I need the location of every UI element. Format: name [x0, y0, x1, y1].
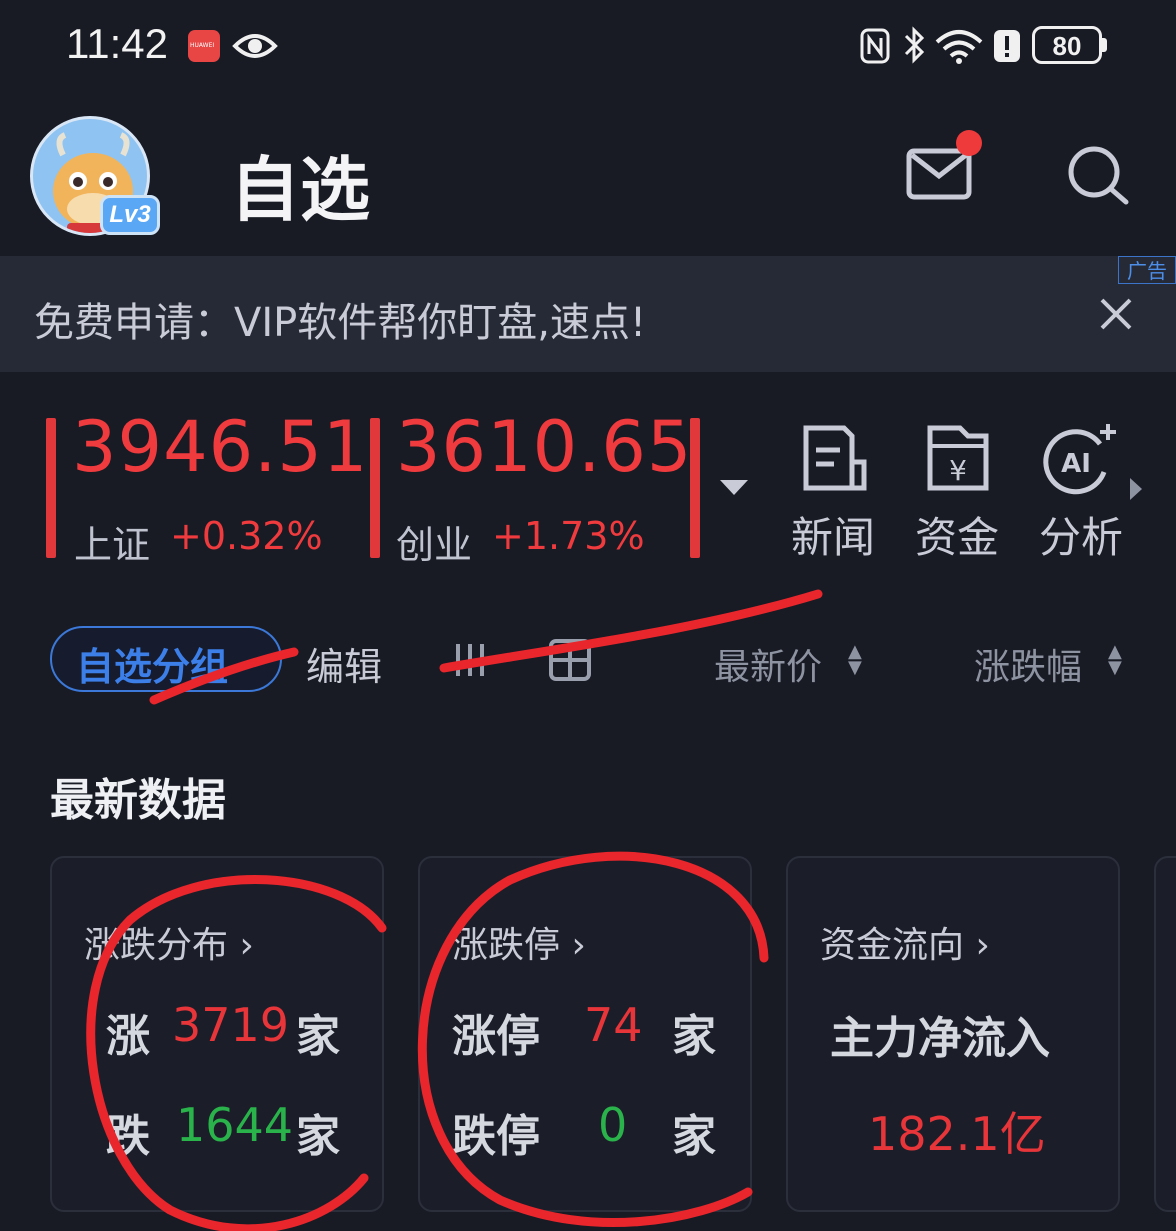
wifi-icon — [935, 30, 983, 64]
battery-level: 80 — [1052, 31, 1082, 61]
up-label: 涨 — [106, 1011, 150, 1062]
card-title-text: 涨跌分布 — [84, 925, 229, 966]
quick-action-funds[interactable]: 资金 — [902, 504, 1012, 565]
index-bar — [690, 418, 700, 558]
battery-icon: 80 — [1032, 26, 1102, 64]
huawei-app-icon-text: HUAWEI — [190, 42, 215, 49]
limit-down-label: 跌停 — [452, 1111, 540, 1162]
sort-change-percent[interactable]: 涨跌幅 — [974, 638, 1082, 690]
limit-down-count: 0 — [598, 1098, 628, 1152]
svg-text:AI: AI — [1061, 449, 1091, 479]
card-title[interactable]: 涨跌停 › — [452, 916, 586, 968]
page-title: 自选 — [230, 149, 370, 231]
index-name-shanghai: 上证 — [74, 523, 151, 567]
list-view-icon[interactable] — [450, 640, 490, 680]
fund-flow-value: 182.1亿 — [868, 1107, 1046, 1161]
chevron-down-icon[interactable] — [718, 478, 750, 498]
sort-arrows-icon[interactable]: ▲ ▼ — [848, 643, 862, 677]
unit-label: 家 — [296, 1111, 340, 1162]
card-title-text: 资金流向 — [820, 925, 965, 966]
limit-up-label: 涨停 — [452, 1011, 540, 1062]
sort-latest-price[interactable]: 最新价 — [714, 638, 822, 690]
card-title[interactable]: 资金流向 › — [820, 916, 990, 968]
index-bar — [370, 418, 380, 558]
funds-icon[interactable]: ¥ — [924, 424, 994, 494]
svg-text:¥: ¥ — [949, 454, 967, 487]
card-partial[interactable] — [1154, 856, 1176, 1212]
unit-label: 家 — [296, 1011, 340, 1062]
alert-icon — [994, 30, 1020, 62]
card-title-text: 涨跌停 — [452, 925, 561, 966]
group-selector-label[interactable]: 自选分组 — [76, 636, 228, 691]
index-change-chinext: +1.73% — [492, 514, 645, 558]
down-count: 1644 — [176, 1098, 294, 1152]
battery-tip — [1102, 38, 1107, 52]
ad-tag: 广告 — [1118, 256, 1176, 284]
news-icon[interactable] — [800, 424, 870, 494]
down-label: 跌 — [106, 1111, 150, 1162]
index-value-shanghai[interactable]: 3946.51 — [72, 406, 368, 488]
ai-analysis-icon[interactable]: AI — [1040, 420, 1120, 496]
quick-action-analysis[interactable]: 分析 — [1026, 504, 1136, 565]
grid-view-icon[interactable] — [548, 638, 592, 682]
bluetooth-icon — [904, 26, 925, 64]
index-change-shanghai: +0.32% — [170, 514, 323, 558]
limit-up-count: 74 — [584, 998, 643, 1052]
index-name-chinext: 创业 — [396, 523, 473, 567]
section-title: 最新数据 — [50, 775, 226, 826]
unit-label: 家 — [672, 1011, 716, 1062]
card-title[interactable]: 涨跌分布 › — [84, 916, 254, 968]
quick-action-news[interactable]: 新闻 — [778, 504, 888, 565]
huawei-app-icon: HUAWEI — [188, 30, 220, 62]
eye-icon — [232, 34, 278, 58]
sort-arrows-icon[interactable]: ▲ ▼ — [1108, 643, 1122, 677]
chevron-right-icon[interactable] — [1128, 476, 1144, 502]
index-bar — [46, 418, 56, 558]
ad-text[interactable]: 免费申请：VIP软件帮你盯盘,速点! — [34, 290, 646, 348]
edit-button[interactable]: 编辑 — [306, 636, 382, 691]
status-time: 11:42 — [66, 20, 168, 67]
nfc-icon — [860, 28, 890, 64]
close-icon[interactable] — [1098, 296, 1134, 332]
notification-dot — [956, 130, 982, 156]
fund-flow-label: 主力净流入 — [830, 1013, 1050, 1064]
level-badge: Lv3 — [100, 195, 160, 235]
unit-label: 家 — [672, 1111, 716, 1162]
search-icon[interactable] — [1066, 144, 1132, 206]
index-value-chinext[interactable]: 3610.65 — [396, 406, 692, 488]
up-count: 3719 — [172, 998, 290, 1052]
